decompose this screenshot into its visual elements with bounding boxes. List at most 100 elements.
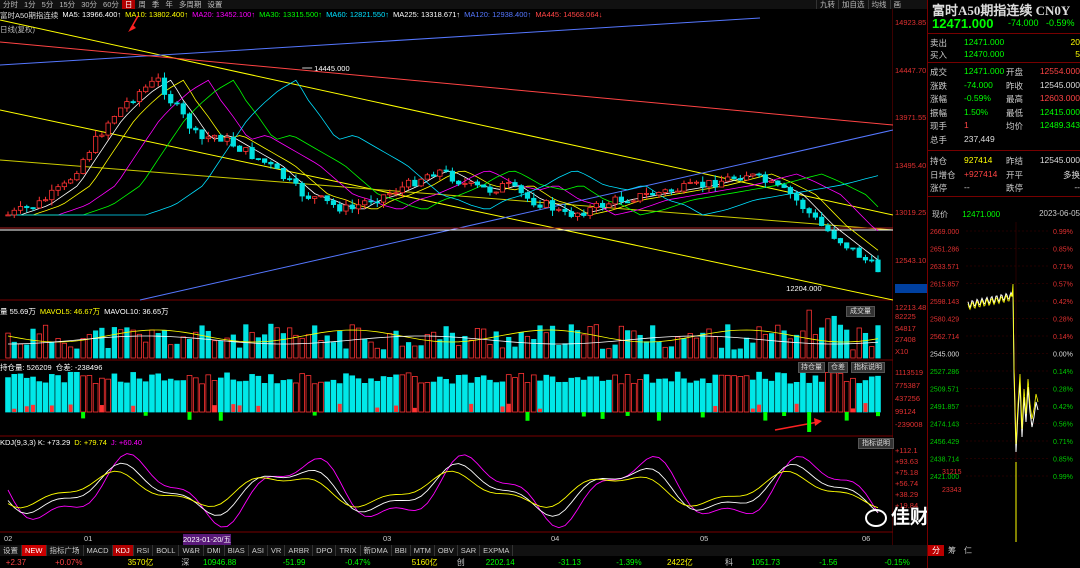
volume-bar bbox=[280, 333, 286, 359]
oi-diff-bar bbox=[131, 405, 136, 412]
kdj-legend-item-0: KDJ(9,3,3) K: +73.29 bbox=[0, 438, 71, 447]
oi-diff-bar bbox=[525, 412, 530, 421]
candle bbox=[118, 107, 124, 117]
candle bbox=[493, 191, 499, 194]
kdj-help-button[interactable]: 指标说明 bbox=[858, 438, 894, 449]
candle bbox=[574, 212, 581, 217]
indicator-tab-13[interactable]: DPO bbox=[313, 545, 337, 556]
candle bbox=[380, 194, 387, 203]
mini-right-tick: 0.42% bbox=[1053, 404, 1073, 411]
volume-bar bbox=[312, 325, 318, 359]
indicator-tab-20[interactable]: EXPMA bbox=[480, 545, 514, 556]
volume-bar bbox=[600, 348, 606, 359]
oi-bar bbox=[843, 381, 850, 413]
oi-bar bbox=[455, 374, 462, 413]
mini-tab-2[interactable]: 仁 bbox=[960, 545, 976, 556]
indicator-tab-10[interactable]: ASI bbox=[249, 545, 268, 556]
indicator-tab-16[interactable]: BBI bbox=[392, 545, 411, 556]
oi-button-0[interactable]: 持仓量 bbox=[798, 362, 825, 373]
volume-bar bbox=[518, 331, 524, 359]
candle bbox=[149, 80, 155, 88]
oi-diff-bar bbox=[757, 404, 762, 412]
stat-label: 现手 bbox=[930, 121, 948, 131]
volume-button[interactable]: 成交量 bbox=[846, 306, 875, 317]
candle bbox=[337, 204, 343, 212]
indicator-tab-7[interactable]: W&R bbox=[179, 545, 204, 556]
vol-tick-1: 54817 bbox=[895, 323, 916, 333]
quote-size: 20 bbox=[1070, 37, 1080, 47]
candle bbox=[405, 179, 412, 188]
indicator-tab-11[interactable]: VR bbox=[268, 545, 286, 556]
mini-tab-1[interactable]: 筹 bbox=[944, 545, 960, 556]
candle bbox=[643, 192, 650, 195]
candle bbox=[512, 182, 518, 186]
volume-bar bbox=[800, 330, 806, 359]
volume-bar bbox=[468, 339, 474, 359]
ma-line bbox=[8, 79, 879, 251]
date-tick-0: 02 bbox=[4, 534, 13, 543]
stat-value-2: 12545.000 bbox=[1039, 79, 1080, 90]
oi-bar bbox=[724, 374, 731, 413]
volume-bar bbox=[693, 337, 700, 359]
indicator-tab-4[interactable]: KDJ bbox=[112, 545, 134, 556]
oi-bar bbox=[186, 375, 193, 413]
status-item-15: -1.56 bbox=[819, 557, 838, 567]
volume-bar bbox=[750, 342, 756, 359]
volume-bar bbox=[305, 334, 312, 359]
volume-bar bbox=[36, 333, 42, 359]
indicator-tab-6[interactable]: BOLL bbox=[153, 545, 180, 556]
stat-value-2: 12489.343 bbox=[1039, 120, 1080, 130]
indicator-tab-19[interactable]: SAR bbox=[458, 545, 481, 556]
indicator-tab-5[interactable]: RSI bbox=[134, 545, 154, 556]
oi-diff-bar bbox=[81, 412, 86, 419]
indicator-tab-2[interactable]: 指标广场 bbox=[47, 545, 84, 556]
oi-bar bbox=[92, 383, 99, 413]
indicator-tab-8[interactable]: DMI bbox=[204, 545, 225, 556]
stat-row-2: 涨幅 -0.59% 最高 12603.000 bbox=[930, 93, 1080, 105]
volume-bar bbox=[581, 334, 587, 359]
volume-bar bbox=[862, 332, 869, 359]
oi-bar bbox=[750, 379, 756, 413]
oi-legend-item-0: 持仓量: 526209 bbox=[0, 363, 52, 372]
intraday-mini-chart[interactable]: 2669.000 0.99% 2651.286 0.85% 2633.571 0.71% 2… bbox=[928, 222, 1080, 552]
mini-tab-0[interactable]: 分 bbox=[928, 545, 944, 556]
mini-left-tick: 2615.857 bbox=[930, 282, 959, 289]
candlestick-chart[interactable]: 14445.000 12204.000 bbox=[0, 0, 893, 560]
volume-bar bbox=[656, 341, 662, 359]
volume-bar bbox=[380, 349, 387, 359]
volume-bar bbox=[24, 344, 30, 359]
indicator-tab-9[interactable]: BIAS bbox=[225, 545, 249, 556]
oi-bar bbox=[86, 375, 93, 413]
stat-value-2: 12603.000 bbox=[1039, 93, 1080, 103]
volume-bar bbox=[274, 327, 280, 359]
oi-bar bbox=[768, 380, 775, 413]
indicator-tab-14[interactable]: TRIX bbox=[336, 545, 361, 556]
indicator-tab-18[interactable]: OBV bbox=[435, 545, 458, 556]
oi-tick-0: 1113519 bbox=[895, 368, 924, 377]
volume-bar bbox=[524, 335, 531, 359]
volume-bar bbox=[418, 345, 424, 359]
date-tick-4: 04 bbox=[551, 534, 560, 543]
oi-button-2[interactable]: 指标说明 bbox=[851, 362, 885, 373]
indicator-tab-15[interactable]: 新DMA bbox=[361, 545, 392, 556]
indicator-tab-12[interactable]: ARBR bbox=[285, 545, 314, 556]
volume-bar bbox=[700, 332, 706, 359]
oi-button-1[interactable]: 仓差 bbox=[828, 362, 848, 373]
oi-bar bbox=[36, 381, 43, 413]
indicator-tab-0[interactable]: 设置 bbox=[0, 545, 22, 556]
candle bbox=[531, 197, 537, 206]
oi-buttons: 持仓量 仓差 指标说明 bbox=[798, 362, 885, 373]
oi-bar bbox=[825, 371, 831, 413]
candle bbox=[787, 187, 793, 195]
indicator-tab-1[interactable]: NEW bbox=[22, 545, 47, 556]
oi-bar bbox=[875, 375, 881, 413]
oi-bar bbox=[199, 383, 205, 413]
indicator-tab-17[interactable]: MTM bbox=[411, 545, 435, 556]
candle bbox=[581, 212, 587, 216]
indicator-tab-3[interactable]: MACD bbox=[84, 545, 113, 556]
volume-bar bbox=[199, 325, 205, 359]
volume-bar bbox=[499, 347, 506, 359]
volume-bar bbox=[618, 325, 624, 359]
trend-line bbox=[0, 41, 893, 126]
mini-right-tick: 0.57% bbox=[1053, 282, 1073, 289]
